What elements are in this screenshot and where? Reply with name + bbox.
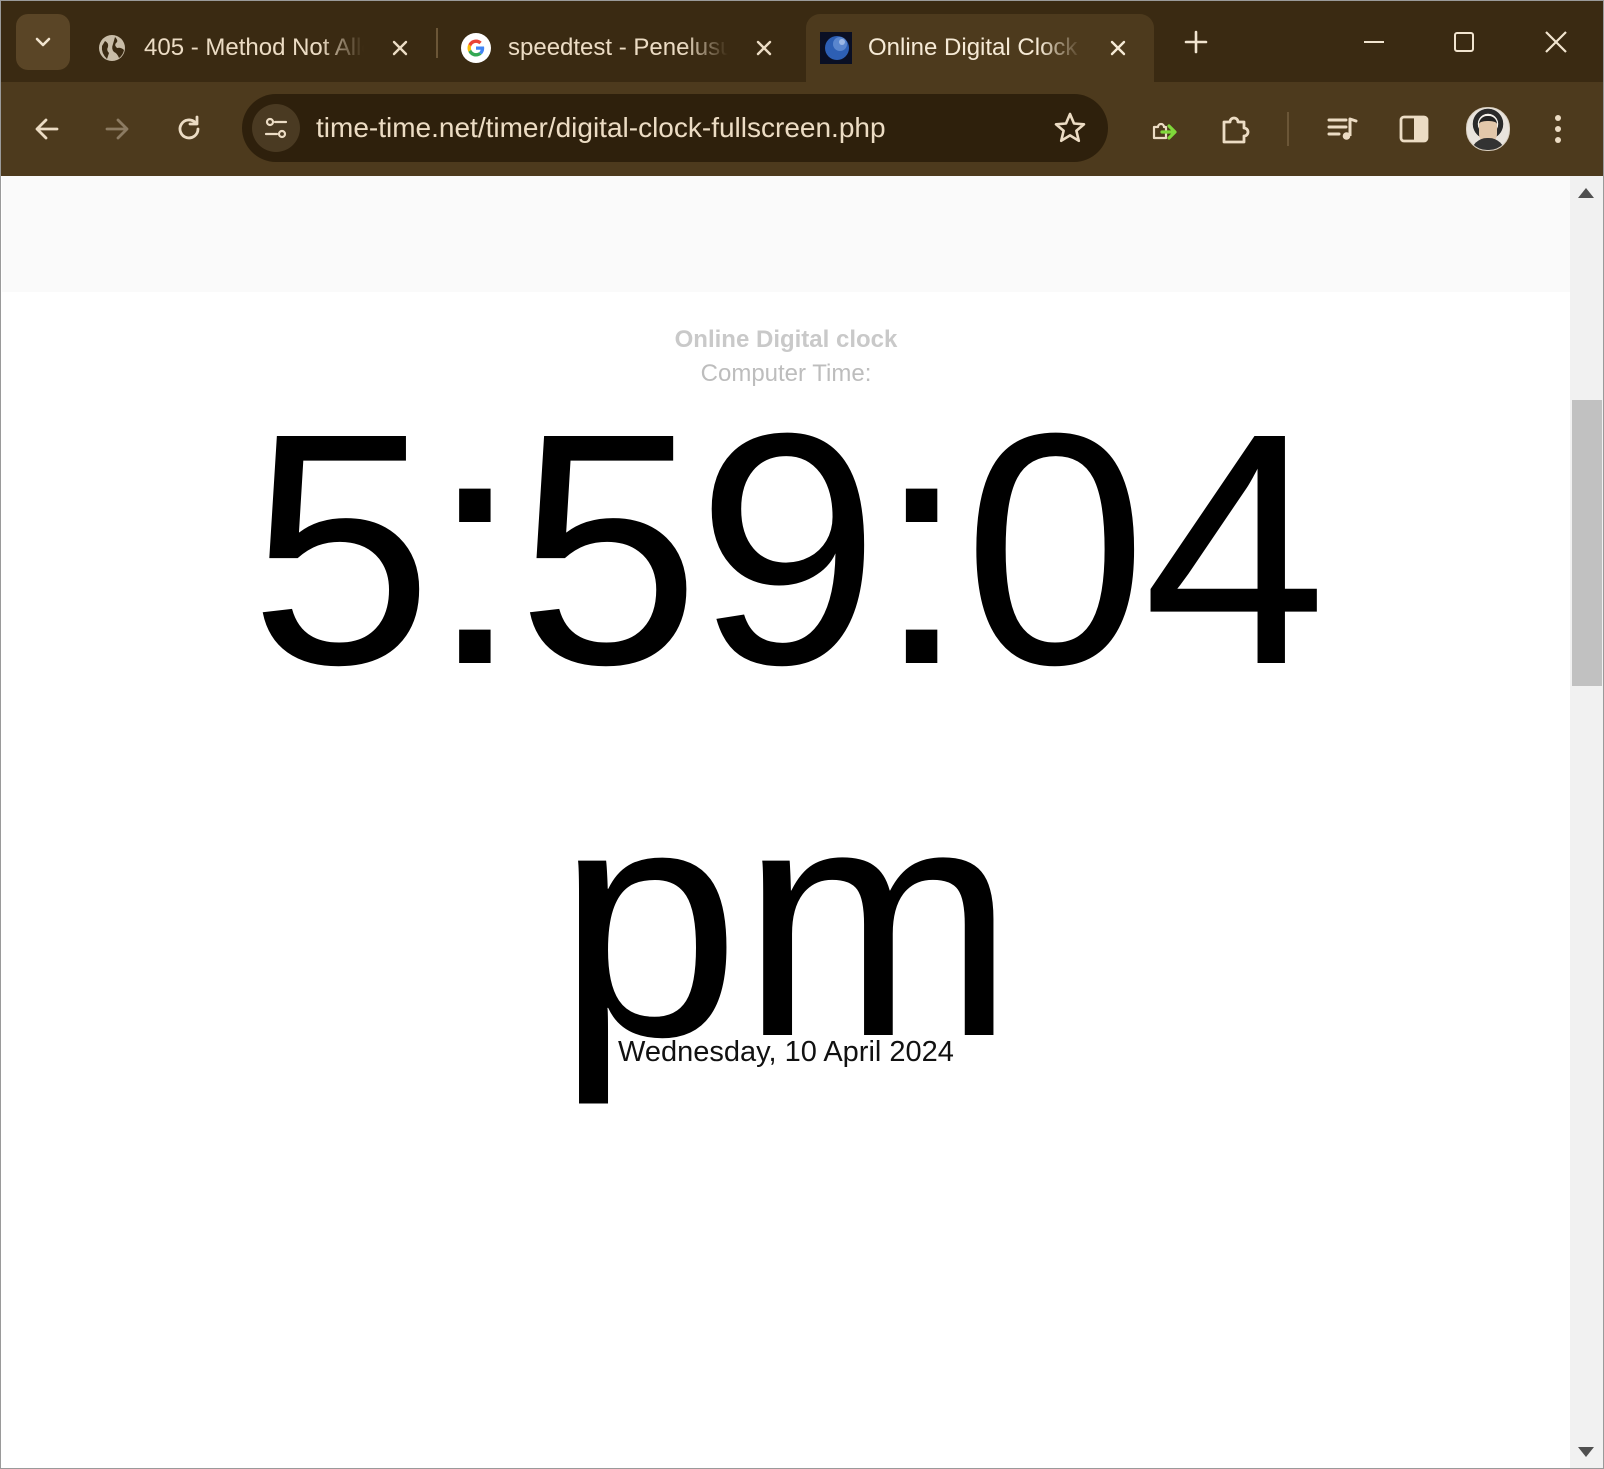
page-viewport: Online Digital clock Computer Time: 5:59… xyxy=(2,176,1570,1467)
extension-sync-button[interactable] xyxy=(1140,106,1186,152)
back-button[interactable] xyxy=(24,106,70,152)
scrollbar-thumb[interactable] xyxy=(1572,400,1602,686)
forward-button[interactable] xyxy=(94,106,140,152)
tab-title: 405 - Method Not Allowed xyxy=(144,34,364,61)
queue-music-icon xyxy=(1327,117,1358,140)
tab-title: speedtest - Penelusuran Google xyxy=(508,34,728,61)
close-icon[interactable] xyxy=(1106,36,1130,60)
site-info-button[interactable] xyxy=(252,104,300,152)
minimize-button[interactable] xyxy=(1352,20,1396,64)
earth-icon xyxy=(820,32,852,64)
avatar-shoulders xyxy=(1471,138,1505,150)
tab-separator xyxy=(436,28,438,58)
arrow-right-icon xyxy=(105,118,129,140)
plus-icon xyxy=(1184,30,1208,54)
vertical-scrollbar[interactable] xyxy=(1570,176,1604,1469)
close-window-button[interactable] xyxy=(1534,20,1578,64)
clock-date: Wednesday, 10 April 2024 xyxy=(618,1036,954,1068)
chevron-down-icon xyxy=(35,37,51,47)
ad-banner xyxy=(2,176,1570,292)
star-icon xyxy=(1054,112,1086,143)
toolbar-separator xyxy=(1287,112,1289,146)
minimize-icon xyxy=(1364,41,1384,43)
tab-online-digital-clock[interactable]: Online Digital Clock xyxy=(806,14,1154,82)
bookmark-button[interactable] xyxy=(1050,108,1090,148)
close-icon xyxy=(1545,31,1567,53)
scroll-down-arrow-icon[interactable] xyxy=(1578,1447,1594,1457)
tab-speedtest[interactable]: speedtest - Penelusuran Google xyxy=(460,14,790,82)
more-vert-icon xyxy=(1555,115,1561,143)
globe-icon xyxy=(96,32,128,64)
close-icon[interactable] xyxy=(752,36,776,60)
new-tab-button[interactable] xyxy=(1178,24,1214,60)
google-icon xyxy=(460,32,492,64)
puzzle-icon xyxy=(1222,116,1250,144)
browser-window: 405 - Method Not Allowed speedtest - Pen… xyxy=(0,0,1604,1469)
tune-icon xyxy=(264,117,288,139)
tab-strip: 405 - Method Not Allowed speedtest - Pen… xyxy=(0,0,1604,82)
extension-arrow-icon xyxy=(1152,122,1177,140)
tab-method-not-allowed[interactable]: 405 - Method Not Allowed xyxy=(96,14,426,82)
tab-search-button[interactable] xyxy=(16,14,70,70)
side-panel-button[interactable] xyxy=(1391,106,1437,152)
url-text[interactable]: time-time.net/timer/digital-clock-fullsc… xyxy=(316,94,886,162)
profile-avatar[interactable] xyxy=(1466,107,1510,151)
reload-icon xyxy=(178,115,200,140)
tab-title: Online Digital Clock xyxy=(868,34,1078,61)
maximize-button[interactable] xyxy=(1442,20,1486,64)
address-bar[interactable]: time-time.net/timer/digital-clock-fullsc… xyxy=(242,94,1108,162)
clock-time: 5:59:04 xyxy=(249,364,1326,733)
page-heading: Online Digital clock xyxy=(674,326,898,353)
extensions-button[interactable] xyxy=(1212,106,1258,152)
reload-button[interactable] xyxy=(166,106,212,152)
arrow-left-icon xyxy=(35,118,59,140)
menu-button[interactable] xyxy=(1535,106,1581,152)
close-icon[interactable] xyxy=(388,36,412,60)
browser-toolbar: time-time.net/timer/digital-clock-fullsc… xyxy=(0,82,1604,176)
maximize-icon xyxy=(1454,32,1474,52)
side-panel-icon xyxy=(1399,115,1429,143)
scroll-up-arrow-icon[interactable] xyxy=(1578,188,1594,198)
media-control-button[interactable] xyxy=(1320,106,1366,152)
